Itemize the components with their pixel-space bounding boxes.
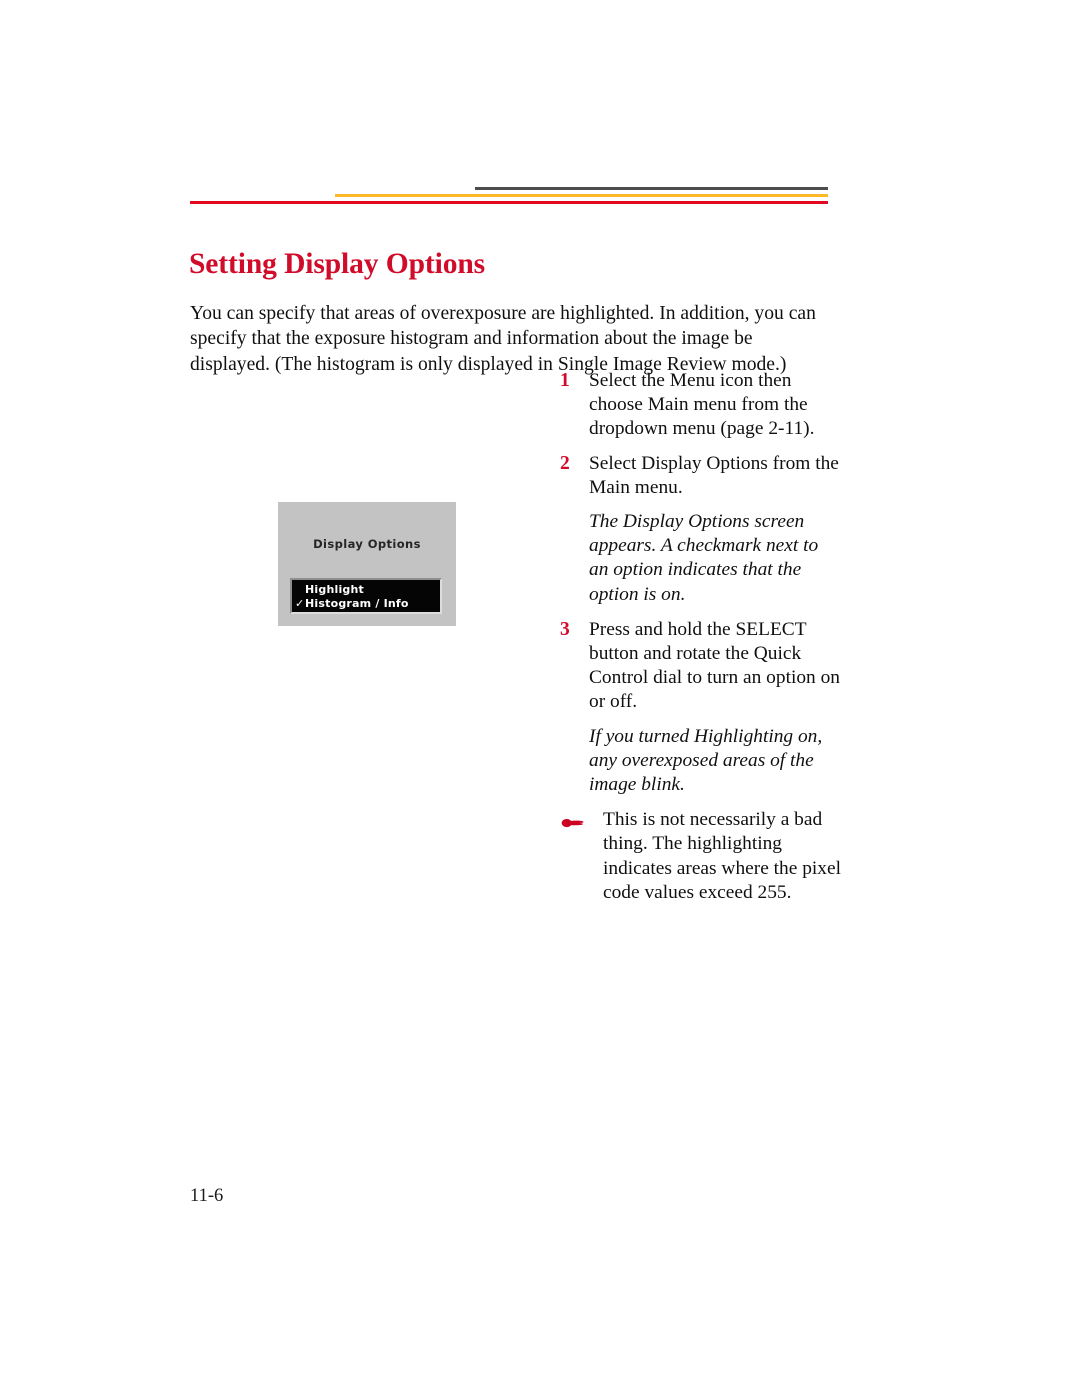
display-options-screen-figure: Display Options Highlight ✓Histogram / I… — [278, 502, 456, 626]
tip-callout: This is not necessarily a bad thing. The… — [560, 808, 850, 905]
header-rule-red — [190, 201, 828, 204]
step-text: Press and hold the SELECT button and rot… — [589, 618, 840, 713]
note-highlighting-blink: If you turned Highlighting on, any overe… — [589, 725, 823, 796]
intro-paragraph: You can specify that areas of overexposu… — [190, 302, 816, 375]
step-number: 3 — [560, 618, 570, 640]
step-3: 3 Press and hold the SELECT button and r… — [560, 618, 850, 715]
step-2: 2 Select Display Options from the Main m… — [560, 452, 850, 500]
step-number: 2 — [560, 452, 570, 474]
lcd-menu-item-histogram-info: ✓Histogram / Info — [295, 597, 409, 610]
note-display-options-screen: The Display Options screen appears. A ch… — [589, 511, 819, 605]
lcd-screen-title: Display Options — [313, 537, 421, 551]
checkmark-icon-on: ✓ — [295, 597, 305, 610]
lcd-menu-list: Highlight ✓Histogram / Info — [290, 578, 442, 614]
lcd-menu-item-label: Histogram / Info — [305, 597, 409, 610]
header-rule-gray — [475, 187, 828, 190]
tip-text: This is not necessarily a bad thing. The… — [603, 809, 841, 903]
lcd-menu-item-label: Highlight — [305, 583, 364, 596]
step-text: Select Display Options from the Main men… — [589, 452, 839, 498]
procedure-steps: 1 Select the Menu icon then choose Main … — [560, 369, 850, 905]
page-title: Setting Display Options — [189, 247, 486, 280]
lcd-menu-item-highlight: Highlight — [295, 583, 364, 596]
page-number: 11-6 — [190, 1186, 224, 1206]
step-number: 1 — [560, 370, 570, 391]
header-rule-orange — [335, 194, 828, 197]
pointing-hand-icon — [560, 808, 603, 835]
step-text: Select the Menu icon then choose Main me… — [589, 370, 815, 440]
step-1: 1 Select the Menu icon then choose Main … — [560, 369, 850, 442]
